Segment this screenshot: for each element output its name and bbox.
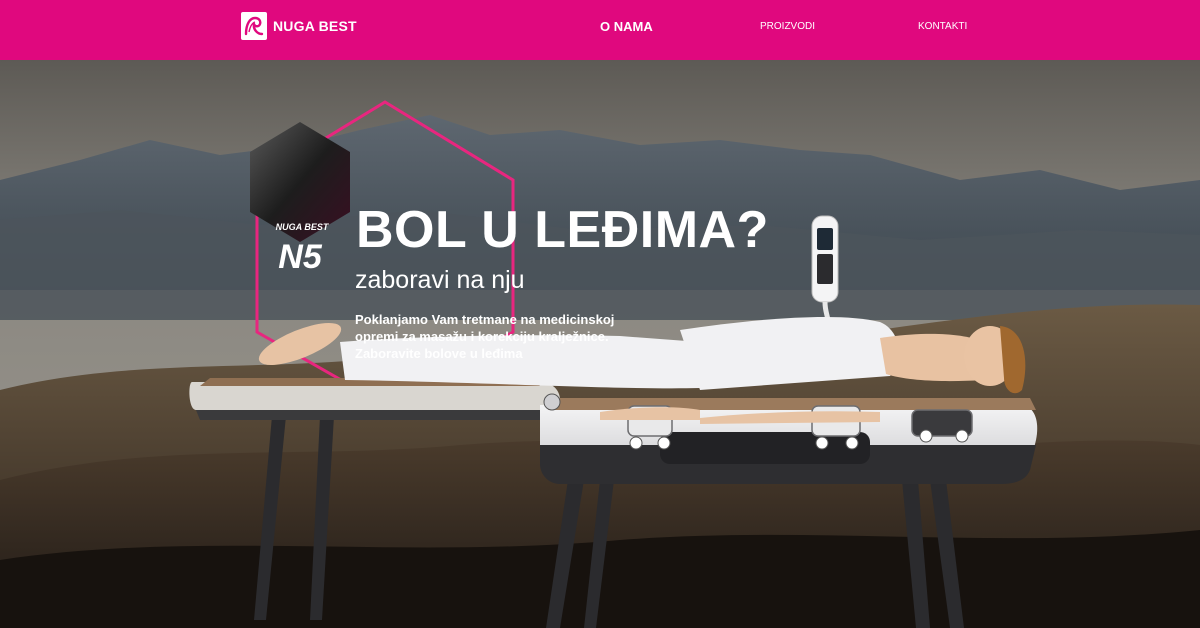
brand-name: NUGA BEST [273, 18, 357, 34]
hero-subheadline: zaboravi na nju [355, 266, 525, 294]
top-navigation-bar: NUGA BEST O NAMA PROIZVODI KONTAKTI [0, 0, 1200, 60]
hero-section: NUGA BEST N5 BOL U LEĐIMA? zaboravi na n… [0, 60, 1200, 628]
hero-headline: BOL U LEĐIMA? [356, 201, 769, 259]
nuga-best-logo-icon [241, 12, 267, 40]
svg-text:NUGA BEST: NUGA BEST [276, 222, 330, 232]
n5-badge-icon: NUGA BEST N5 [276, 222, 330, 276]
brand-logo-link[interactable]: NUGA BEST [241, 12, 357, 40]
nav-link-kontakti[interactable]: KONTAKTI [918, 0, 967, 56]
n5-badge: NUGA BEST N5 [250, 180, 350, 300]
svg-text:N5: N5 [278, 238, 323, 276]
hero-lead-text: Poklanjamo Vam tretmane na medicinskoj o… [355, 312, 615, 361]
nav-link-o-nama[interactable]: O NAMA [600, 0, 653, 56]
nav-link-proizvodi[interactable]: PROIZVODI [760, 0, 815, 56]
